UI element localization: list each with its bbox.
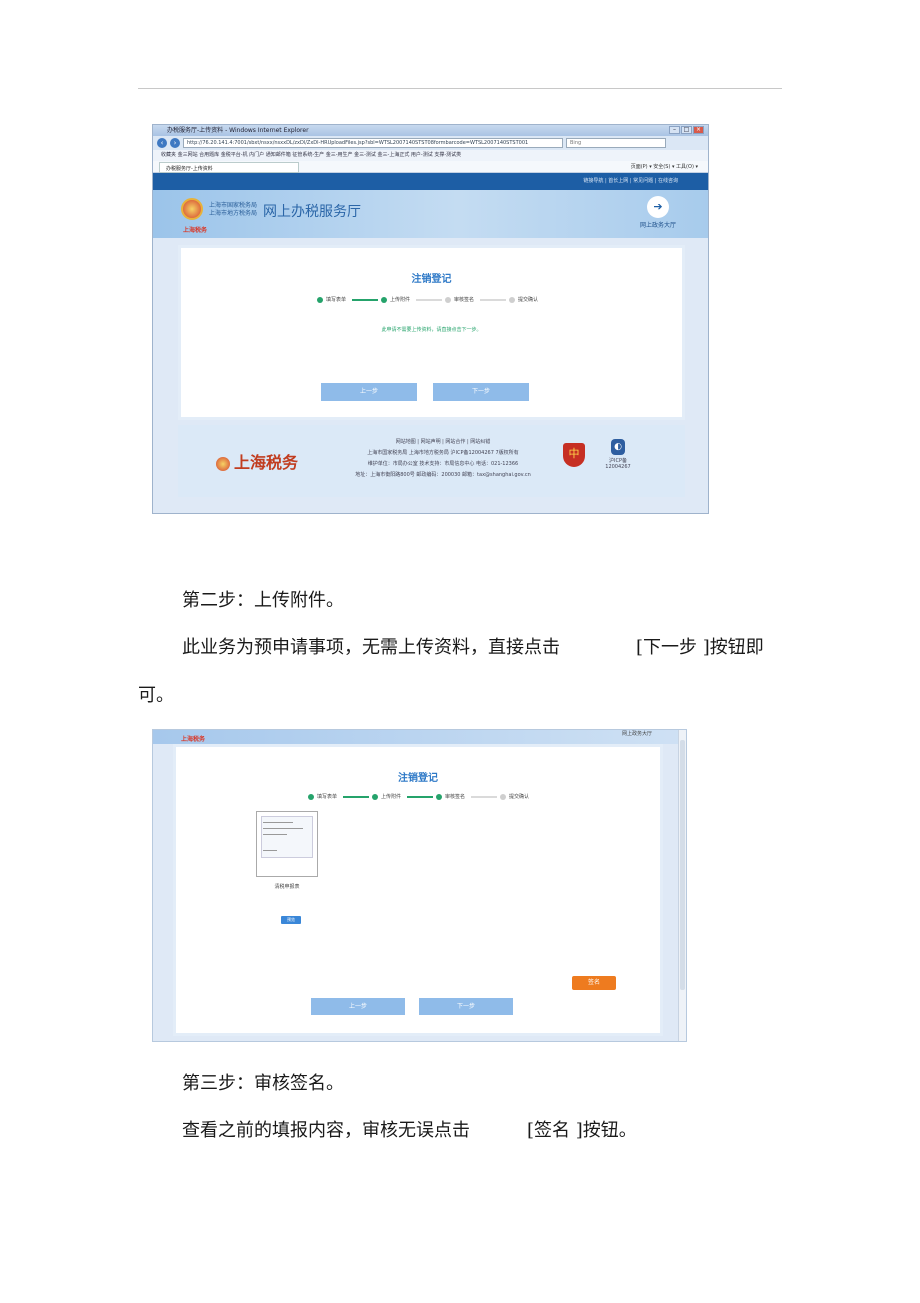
step-bar bbox=[416, 298, 443, 301]
footer-copyright: 上海市国家税务局 上海市地方税务局 沪ICP备12004267 7版权所有 bbox=[367, 450, 519, 456]
tax-emblem-icon bbox=[181, 198, 203, 220]
seal-icon bbox=[216, 456, 230, 471]
step-dot-4 bbox=[500, 793, 507, 800]
step-three-button-ref: [签名 ]按钮。 bbox=[527, 1120, 637, 1141]
step-label-3: 审核签名 bbox=[445, 794, 466, 800]
thumbnail-line bbox=[263, 822, 293, 823]
step-label-4: 提交确认 bbox=[518, 297, 539, 303]
ie-title-bar: 办税服务厅-上传资料 - Windows Internet Explorer –… bbox=[153, 125, 708, 136]
government-hall-label[interactable]: 网上政务大厅 bbox=[622, 730, 652, 737]
step-label-1: 填写表单 bbox=[317, 794, 338, 800]
step-label-2: 上传附件 bbox=[381, 794, 402, 800]
step-bar bbox=[471, 795, 498, 798]
site-header: 上海市国家税务局 上海市地方税务局 网上办税服务厅 上海税务 ➔ 网上政务大厅 bbox=[153, 190, 708, 238]
header-rule bbox=[138, 88, 782, 89]
icp-icon: ◐ bbox=[611, 439, 625, 455]
step-label-1: 填写表单 bbox=[326, 297, 347, 303]
step-dot-2 bbox=[381, 296, 388, 303]
next-button[interactable]: 下一步 bbox=[419, 998, 513, 1015]
close-icon[interactable]: × bbox=[693, 126, 704, 134]
no-upload-notice: 此申请不需要上传资料，请直接点击下一步。 bbox=[381, 327, 482, 333]
step-label-2: 上传附件 bbox=[390, 297, 411, 303]
footer-logo-text: 上海税务 bbox=[234, 453, 299, 472]
favorites-bar[interactable]: 收藏夹 金三网站 合用题库 金税平台-机 内门户 通知邮件箱 征管系统-生产 金… bbox=[153, 150, 708, 161]
footer-text: 网站地图 | 网站声明 | 网站合作 | 网站纠错 上海市国家税务局 上海市地方… bbox=[328, 437, 558, 481]
step-three-desc: 查看之前的填报内容，审核无误点击 bbox=[182, 1120, 470, 1141]
government-hall-button[interactable]: ➔ 网上政务大厅 bbox=[638, 196, 678, 232]
form-title: 注销登记 bbox=[411, 274, 452, 285]
scrollbar[interactable] bbox=[678, 730, 686, 1041]
footer-address: 地址：上海市衡阳路800号 邮政编码：200030 邮箱：tax@shangha… bbox=[355, 472, 531, 478]
step-dot-1 bbox=[317, 296, 323, 303]
step-dot-3 bbox=[436, 793, 443, 800]
back-icon[interactable]: ‹ bbox=[157, 138, 167, 148]
step-bar bbox=[343, 795, 370, 798]
screenshot-sign-step: 上海税务 网上政务大厅 注销登记 填写表单 上传附件 审核签名 提交确认 清税申… bbox=[152, 729, 687, 1042]
thumbnail-line bbox=[263, 850, 277, 851]
form-title: 注销登记 bbox=[398, 773, 438, 784]
footer-links[interactable]: 网站地图 | 网站声明 | 网站合作 | 网站纠错 bbox=[328, 437, 558, 448]
prev-button[interactable]: 上一步 bbox=[311, 998, 405, 1015]
step-dot-4 bbox=[509, 296, 516, 303]
window-controls: – □ × bbox=[669, 126, 704, 134]
forward-icon[interactable]: › bbox=[170, 138, 180, 148]
site-header-strip bbox=[153, 730, 686, 744]
enter-icon: ➔ bbox=[647, 196, 669, 218]
government-hall-label: 网上政务大厅 bbox=[639, 222, 676, 229]
top-links[interactable]: 链接导航 | 首长上网 | 常见问题 | 在线咨询 bbox=[583, 173, 678, 190]
icp-number: 12004267 bbox=[605, 464, 631, 470]
screenshot-upload-step: 办税服务厅-上传资料 - Windows Internet Explorer –… bbox=[152, 124, 709, 514]
window-title: 办税服务厅-上传资料 - Windows Internet Explorer bbox=[167, 127, 309, 134]
footer-maintainer: 维护单位：市局办公室 技术支持：市局信息中心 电话：021-12366 bbox=[367, 461, 519, 467]
site-logo-title: 网上办税服务厅 bbox=[263, 204, 361, 220]
ie-tab-row: 办税服务厅-上传资料 页面(P) ▾ 安全(S) ▾ 工具(O) ▾ bbox=[153, 161, 708, 173]
form-panel: 注销登记 填写表单 上传附件 审核签名 提交确认 此申请不需要上传资料，请直接点… bbox=[178, 245, 685, 420]
step-label-3: 审核签名 bbox=[454, 297, 475, 303]
document-thumbnail[interactable] bbox=[256, 811, 318, 877]
step-bar bbox=[480, 298, 507, 301]
step-two-desc-end: 可。 bbox=[138, 685, 174, 706]
preview-button[interactable]: 预览 bbox=[281, 916, 301, 924]
address-field[interactable]: http://76.20.141.4:7001/sbxt/nsxx/nsxxDL… bbox=[183, 138, 563, 148]
police-shield-icon[interactable]: 中 bbox=[563, 443, 585, 467]
site-top-bar: 链接导航 | 首长上网 | 常见问题 | 在线咨询 bbox=[153, 173, 708, 190]
site-footer: 上海税务 网站地图 | 网站声明 | 网站合作 | 网站纠错 上海市国家税务局 … bbox=[178, 425, 685, 497]
sign-button[interactable]: 签名 bbox=[572, 976, 616, 990]
search-input[interactable]: Bing bbox=[566, 138, 666, 148]
browser-tab[interactable]: 办税服务厅-上传资料 bbox=[159, 162, 299, 173]
step-indicator: 填写表单 上传附件 审核签名 提交确认 bbox=[317, 296, 541, 303]
ie-address-row: ‹ › http://76.20.141.4:7001/sbxt/nsxx/ns… bbox=[153, 136, 708, 150]
icp-badge[interactable]: ◐ 沪ICP备 12004267 bbox=[603, 439, 633, 470]
icp-label: 沪ICP备 bbox=[609, 458, 627, 464]
bureau-name-2: 上海市地方税务局 bbox=[209, 210, 258, 217]
footer-logo: 上海税务 bbox=[216, 449, 298, 473]
minimize-icon[interactable]: – bbox=[669, 126, 680, 134]
step-three-heading: 第三步：审核签名。 bbox=[182, 1073, 344, 1094]
prev-button[interactable]: 上一步 bbox=[321, 383, 417, 401]
step-dot-2 bbox=[372, 793, 379, 800]
shanghai-tax-label: 上海税务 bbox=[183, 227, 208, 234]
step-dot-1 bbox=[308, 793, 314, 800]
step-bar bbox=[407, 795, 434, 798]
step-two-heading: 第二步：上传附件。 bbox=[182, 590, 344, 611]
thumbnail-line bbox=[263, 834, 287, 835]
bureau-name-1: 上海市国家税务局 bbox=[209, 202, 258, 209]
step-label-4: 提交确认 bbox=[509, 794, 530, 800]
maximize-icon[interactable]: □ bbox=[681, 126, 692, 134]
command-bar[interactable]: 页面(P) ▾ 安全(S) ▾ 工具(O) ▾ bbox=[631, 161, 698, 173]
step-indicator: 填写表单 上传附件 审核签名 提交确认 bbox=[308, 793, 532, 800]
thumbnail-line bbox=[263, 828, 303, 829]
thumbnail-caption: 清税申报表 bbox=[274, 884, 300, 890]
step-dot-3 bbox=[445, 296, 452, 303]
shanghai-tax-label: 上海税务 bbox=[181, 736, 206, 743]
step-two-desc: 此业务为预申请事项，无需上传资料，直接点击 bbox=[182, 637, 560, 658]
scrollbar-thumb[interactable] bbox=[680, 740, 685, 990]
next-button[interactable]: 下一步 bbox=[433, 383, 529, 401]
step-two-button-ref: [下一步 ]按钮即 bbox=[636, 637, 764, 658]
form-panel: 注销登记 填写表单 上传附件 审核签名 提交确认 清税申报表 预览 签名 上一步… bbox=[173, 744, 663, 1036]
bureau-names: 上海市国家税务局 上海市地方税务局 bbox=[209, 202, 257, 218]
step-bar bbox=[352, 298, 379, 301]
